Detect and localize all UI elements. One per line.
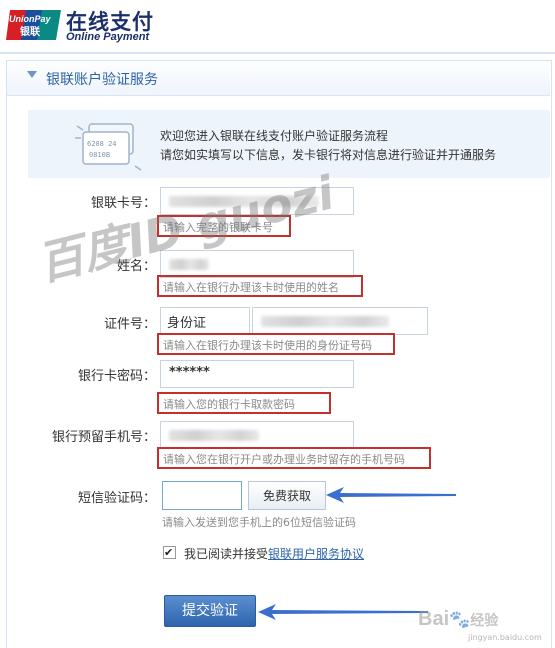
password-input[interactable]: ******	[160, 360, 354, 388]
header-title-en: Online Payment	[66, 31, 150, 43]
card-icon-text-1: 6208 24	[87, 140, 117, 148]
id-number-input[interactable]	[252, 307, 428, 335]
id-type-select[interactable]: 身份证	[160, 307, 250, 335]
id-hint: 请输入在银行办理该卡时使用的身份证号码	[157, 333, 395, 355]
sms-code-input[interactable]	[162, 481, 242, 510]
password-value: ******	[169, 365, 210, 380]
agree-checkbox[interactable]: ✔	[163, 546, 176, 559]
sms-hint: 请输入发送到您手机上的6位短信验证码	[162, 516, 356, 529]
password-label: 银行卡密码：	[77, 369, 156, 384]
unionpay-logo: UnionPay 银联	[6, 8, 61, 42]
phone-input[interactable]	[160, 421, 354, 449]
intro-line-1: 欢迎您进入银联在线支付账户验证服务流程	[160, 129, 389, 143]
baidu-watermark-text: Bai	[418, 608, 450, 630]
sms-label: 短信验证码：	[77, 491, 156, 506]
phone-blurred-value	[169, 430, 259, 441]
arrow-icon	[258, 603, 428, 621]
id-label: 证件号：	[103, 317, 156, 332]
password-hint: 请输入您的银行卡取款密码	[157, 392, 331, 414]
phone-label: 银行预留手机号：	[51, 430, 156, 445]
logo-bottom-text: 银联	[20, 25, 40, 38]
user-agreement-link[interactable]: 银联用户服务协议	[268, 545, 364, 562]
panel-title: 银联账户验证服务	[46, 72, 158, 88]
paw-icon: 🐾	[449, 610, 471, 629]
card-icon-text-2: 0810B	[89, 151, 110, 159]
agree-text: 我已阅读并接受	[184, 547, 269, 561]
logo-top-text: UnionPay	[9, 14, 52, 24]
baidu-watermark-tail: 经验	[470, 612, 499, 628]
baidu-watermark-url: jingyan.baidu.com	[468, 633, 542, 642]
bank-card-icon: 6208 24 0810B	[75, 116, 145, 174]
chevron-down-icon[interactable]	[27, 71, 37, 78]
submit-button[interactable]: 提交验证	[164, 595, 256, 627]
header-divider	[0, 52, 555, 54]
id-number-blurred-value	[261, 316, 389, 327]
intro-line-2: 请您如实填写以下信息，发卡银行将对信息进行验证并开通服务	[160, 148, 497, 162]
id-type-value: 身份证	[167, 316, 207, 331]
arrow-icon	[326, 486, 456, 504]
checkmark-icon: ✔	[164, 546, 174, 559]
phone-hint: 请输入您在银行开户或办理业务时留存的手机号码	[157, 447, 431, 469]
baidu-watermark: Bai🐾经验	[418, 608, 498, 631]
name-hint: 请输入在银行办理该卡时使用的姓名	[157, 275, 363, 297]
get-sms-code-button[interactable]: 免费获取	[248, 481, 326, 510]
